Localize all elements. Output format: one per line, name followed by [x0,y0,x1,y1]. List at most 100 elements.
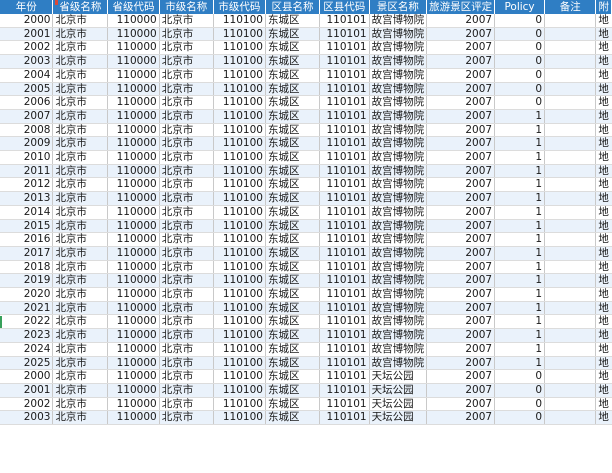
table-cell[interactable]: 2013 [0,191,54,206]
table-cell[interactable]: 2014 [0,205,54,220]
table-cell[interactable]: 北京市 [52,150,109,165]
table-cell[interactable]: 东城区 [265,383,320,398]
table-cell[interactable]: 0 [494,14,545,28]
table-cell[interactable]: 110100 [213,82,266,97]
table-cell[interactable]: 110000 [107,40,160,56]
table-cell[interactable]: 2007 [426,314,496,330]
table-cell[interactable]: 东城区 [265,260,320,275]
column-header[interactable]: 旅游景区评定 [426,0,496,14]
table-cell[interactable]: 110100 [213,301,266,316]
table-row[interactable]: 2022 北京市 110000 北京市 110100 东城区 110101 故宫博物院 2007… [0,314,612,330]
table-cell[interactable]: 北京市 [52,14,109,28]
table-cell[interactable]: 1 [494,342,545,357]
table-cell[interactable]: 北京市 [52,356,109,371]
table-cell[interactable]: 天坛公园 [369,383,428,398]
table-cell[interactable] [544,82,597,97]
table-cell[interactable]: 地 [595,219,612,234]
table-row[interactable]: 2001 北京市 110000 北京市 110100 东城区 110101 天坛公园 2007 0… [0,383,612,398]
table-cell[interactable]: 北京市 [159,123,214,138]
table-row[interactable]: 2005 北京市 110000 北京市 110100 东城区 110101 故宫博物院 2007… [0,82,612,97]
column-header[interactable]: 省级代码 [107,0,160,14]
table-cell[interactable]: 北京市 [52,342,109,357]
table-cell[interactable]: 110000 [107,287,160,302]
table-cell[interactable]: 1 [494,177,545,193]
table-cell[interactable]: 地 [595,82,612,97]
table-cell[interactable]: 110101 [319,27,370,42]
table-row[interactable]: 2018 北京市 110000 北京市 110100 东城区 110101 故宫博物院 2007… [0,260,612,275]
table-cell[interactable]: 故宫博物院 [369,287,428,302]
table-cell[interactable]: 2007 [426,40,496,56]
table-cell[interactable]: 北京市 [52,68,109,83]
table-cell[interactable]: 1 [494,232,545,247]
table-cell[interactable]: 2021 [0,301,54,316]
table-cell[interactable]: 北京市 [159,410,214,426]
table-cell[interactable]: 110101 [319,68,370,83]
table-cell[interactable]: 2007 [426,150,496,165]
table-cell[interactable]: 110101 [319,191,370,206]
table-cell[interactable]: 110000 [107,301,160,316]
table-cell[interactable]: 北京市 [159,177,214,193]
table-cell[interactable]: 110100 [213,219,266,234]
table-cell[interactable]: 2020 [0,287,54,302]
table-cell[interactable]: 2007 [426,177,496,193]
table-cell[interactable]: 110000 [107,95,160,110]
table-cell[interactable]: 110000 [107,356,160,371]
table-cell[interactable]: 1 [494,136,545,152]
table-cell[interactable]: 0 [494,68,545,83]
table-cell[interactable]: 0 [494,95,545,110]
table-cell[interactable]: 东城区 [265,287,320,302]
table-cell[interactable]: 110100 [213,68,266,83]
table-row[interactable]: 2003 北京市 110000 北京市 110100 东城区 110101 故宫博物院 2007… [0,54,612,69]
table-cell[interactable]: 110000 [107,191,160,206]
table-cell[interactable]: 0 [494,27,545,42]
table-cell[interactable]: 北京市 [52,95,109,110]
table-cell[interactable]: 东城区 [265,314,320,330]
table-row[interactable]: 2000 北京市 110000 北京市 110100 东城区 110101 天坛公园 2007 0… [0,369,612,384]
table-row[interactable]: 2003 北京市 110000 北京市 110100 东城区 110101 天坛公园 2007 0… [0,410,612,426]
column-header[interactable]: 市级代码 [213,0,266,14]
table-cell[interactable]: 2001 [0,383,54,398]
table-cell[interactable]: 故宫博物院 [369,260,428,275]
table-cell[interactable]: 110100 [213,191,266,206]
table-cell[interactable]: 北京市 [52,369,109,384]
table-cell[interactable]: 110101 [319,109,370,124]
table-cell[interactable] [544,301,597,316]
table-cell[interactable]: 故宫博物院 [369,14,428,28]
table-cell[interactable]: 110101 [319,219,370,234]
table-cell[interactable]: 2007 [426,54,496,69]
table-row[interactable]: 2008 北京市 110000 北京市 110100 东城区 110101 故宫博物院 2007… [0,123,612,138]
table-cell[interactable]: 故宫博物院 [369,191,428,206]
table-cell[interactable]: 故宫博物院 [369,205,428,220]
table-cell[interactable]: 地 [595,287,612,302]
table-cell[interactable]: 2009 [0,136,54,152]
table-cell[interactable]: 故宫博物院 [369,246,428,261]
column-header[interactable]: 市级名称 [159,0,214,14]
table-cell[interactable]: 故宫博物院 [369,95,428,110]
table-cell[interactable]: 北京市 [52,136,109,152]
table-cell[interactable]: 2007 [426,27,496,42]
table-cell[interactable]: 110000 [107,109,160,124]
table-cell[interactable]: 1 [494,328,545,343]
table-cell[interactable]: 110100 [213,397,266,412]
table-cell[interactable] [544,205,597,220]
table-cell[interactable]: 东城区 [265,177,320,193]
table-cell[interactable]: 2000 [0,369,54,384]
table-cell[interactable]: 110000 [107,150,160,165]
table-cell[interactable]: 北京市 [159,191,214,206]
table-cell[interactable]: 故宫博物院 [369,342,428,357]
table-cell[interactable]: 1 [494,260,545,275]
table-row[interactable]: 2019 北京市 110000 北京市 110100 东城区 110101 故宫博物院 2007… [0,273,612,289]
table-cell[interactable]: 地 [595,191,612,206]
table-cell[interactable]: 北京市 [52,232,109,247]
table-cell[interactable]: 东城区 [265,68,320,83]
table-cell[interactable]: 2022 [0,314,54,330]
table-cell[interactable]: 地 [595,328,612,343]
table-cell[interactable]: 2007 [426,397,496,412]
table-cell[interactable]: 110100 [213,314,266,330]
column-header[interactable]: 区县代码 [319,0,370,14]
table-cell[interactable]: 1 [494,205,545,220]
table-cell[interactable]: 2011 [0,164,54,179]
table-cell[interactable]: 东城区 [265,27,320,42]
table-cell[interactable]: 北京市 [159,219,214,234]
table-cell[interactable]: 北京市 [52,287,109,302]
